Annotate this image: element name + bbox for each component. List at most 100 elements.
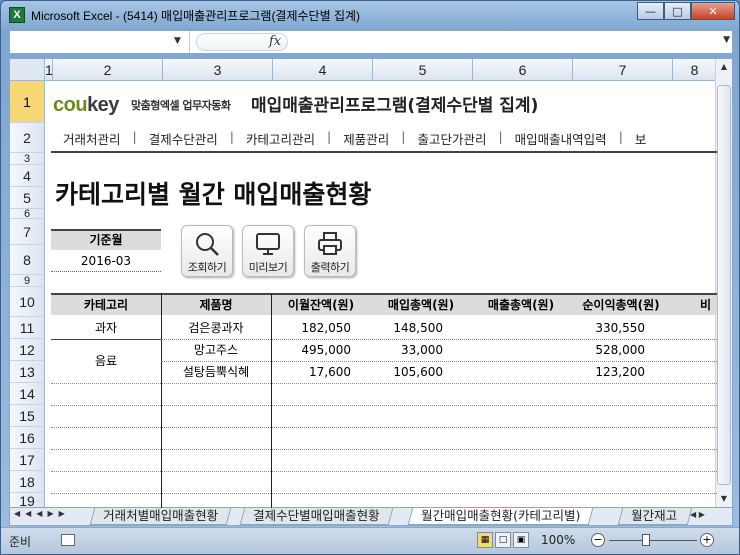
table-cell-product[interactable]: 설탕듬뿍식혜	[161, 361, 271, 383]
table-cell-sales[interactable]	[471, 339, 551, 361]
column-header[interactable]: 5	[373, 59, 473, 81]
row-header[interactable]: 17	[10, 449, 45, 471]
table-cell-carryover[interactable]: 495,000	[271, 339, 351, 361]
row-header[interactable]: 2	[10, 123, 45, 153]
page-layout-icon[interactable]: □	[495, 532, 511, 548]
close-button[interactable]: ✕	[691, 2, 735, 20]
row-header[interactable]: 4	[10, 165, 45, 187]
tab-monthly-inventory[interactable]: 월간재고	[617, 508, 693, 525]
printer-icon	[318, 232, 342, 255]
program-title: 매입매출관리프로그램(결제수단별 집계)	[251, 96, 539, 116]
header-profit: 순이익총액(원)	[571, 293, 671, 315]
base-month-label: 기준월	[51, 229, 161, 250]
zoom-in-icon[interactable]: +	[700, 533, 714, 547]
table-cell-carryover[interactable]: 182,050	[271, 317, 351, 339]
table-cell-carryover[interactable]: 17,600	[271, 361, 351, 383]
insert-function-button[interactable]: fx	[269, 34, 281, 49]
row-header[interactable]: 10	[10, 287, 45, 317]
name-box-dropdown-icon[interactable]: ▼	[174, 36, 181, 46]
zoom-slider[interactable]	[609, 540, 697, 541]
select-all-corner[interactable]	[10, 59, 45, 81]
menu-item-category[interactable]: 카테고리관리	[234, 125, 327, 151]
maximize-button[interactable]: □	[664, 2, 691, 20]
status-bar: 준비 ▦ □ ▣ 100% − +	[1, 527, 739, 554]
menu-item-product[interactable]: 제품관리	[331, 125, 401, 151]
table-cell-category[interactable]: 음료	[51, 350, 161, 372]
tab-navigation-icon[interactable]: ◀◀◀▶▶	[14, 509, 70, 518]
vertical-scrollbar[interactable]: ▲ ▼	[715, 59, 732, 507]
table-cell-category[interactable]: 과자	[51, 317, 161, 339]
row-header[interactable]: 6	[10, 208, 45, 220]
status-ready: 준비	[9, 535, 32, 549]
header-sales: 매출총액(원)	[471, 293, 571, 315]
scroll-up-icon[interactable]: ▲	[716, 59, 732, 75]
row-divider	[51, 471, 717, 472]
search-button[interactable]: 조회하기	[181, 225, 233, 277]
page-break-view-icon[interactable]: ▣	[513, 532, 529, 548]
column-header[interactable]: 2	[53, 59, 163, 81]
table-cell-profit[interactable]: 123,200	[571, 361, 645, 383]
header-product: 제품명	[161, 293, 271, 315]
menu-item-payment[interactable]: 결제수단관리	[137, 125, 230, 151]
zoom-level[interactable]: 100%	[541, 533, 575, 547]
row-header[interactable]: 12	[10, 339, 45, 361]
column-header[interactable]: 7	[573, 59, 673, 81]
row-header[interactable]: 18	[10, 471, 45, 493]
row-header[interactable]: 7	[10, 219, 45, 245]
column-header[interactable]: 8	[673, 59, 717, 81]
print-button[interactable]: 출력하기	[304, 225, 356, 277]
horizontal-scroll-icon[interactable]: ◀ ▶	[690, 510, 730, 523]
print-button-label: 출력하기	[310, 261, 350, 274]
row-header[interactable]: 11	[10, 317, 45, 339]
column-header[interactable]: 3	[163, 59, 273, 81]
tab-customer-summary[interactable]: 거래처별매입매출현황	[89, 508, 232, 525]
magnifier-icon	[196, 233, 219, 256]
column-header[interactable]: 1	[45, 59, 53, 81]
zoom-out-icon[interactable]: −	[591, 533, 605, 547]
normal-view-icon[interactable]: ▦	[477, 532, 493, 548]
minimize-button[interactable]: —	[637, 2, 664, 20]
menu-item-transaction-entry[interactable]: 매입매출내역입력	[503, 125, 619, 151]
table-cell-purchase[interactable]: 105,600	[371, 361, 443, 383]
table-cell-purchase[interactable]: 148,500	[371, 317, 443, 339]
table-cell-product[interactable]: 망고주스	[161, 339, 271, 361]
column-header[interactable]: 6	[473, 59, 573, 81]
menu-item-unit-price[interactable]: 출고단가관리	[405, 125, 498, 151]
table-cell-product[interactable]: 검은콩과자	[161, 317, 271, 339]
formula-buttons: fx	[196, 33, 288, 51]
logo-subtitle: 맞춤형엑셀 업무자동화	[131, 99, 231, 112]
row-header[interactable]: 14	[10, 383, 45, 405]
row-header[interactable]: 13	[10, 361, 45, 383]
preview-button-label: 미리보기	[248, 261, 288, 274]
zoom-slider-thumb[interactable]	[642, 534, 650, 546]
row-header[interactable]: 5	[10, 187, 45, 209]
base-month-input[interactable]: 2016-03	[51, 250, 161, 272]
name-box[interactable]	[10, 31, 190, 53]
preview-button[interactable]: 미리보기	[242, 225, 294, 277]
table-cell-profit[interactable]: 528,000	[571, 339, 645, 361]
excel-app-icon[interactable]: X	[9, 7, 25, 23]
row-header[interactable]: 19	[10, 493, 45, 507]
table-cell-profit[interactable]: 330,550	[571, 317, 645, 339]
expand-formula-bar-icon[interactable]: ▼	[723, 35, 730, 45]
column-header[interactable]: 4	[273, 59, 373, 81]
scroll-down-icon[interactable]: ▼	[716, 491, 732, 507]
header-overflow: 비	[671, 293, 717, 315]
menu-item-overflow[interactable]: 보	[623, 125, 659, 151]
tab-category-monthly[interactable]: 월간매입매출현황(카테고리별)	[407, 508, 594, 525]
tab-payment-summary[interactable]: 결제수단별매입매출현황	[239, 508, 393, 525]
search-button-label: 조회하기	[187, 261, 227, 274]
table-cell-purchase[interactable]: 33,000	[371, 339, 443, 361]
row-header[interactable]: 8	[10, 245, 45, 275]
coukey-logo: coukey	[53, 94, 119, 116]
table-cell-sales[interactable]	[471, 361, 551, 383]
scroll-thumb[interactable]	[717, 85, 731, 485]
row-header[interactable]: 15	[10, 405, 45, 427]
menu-item-customer[interactable]: 거래처관리	[51, 125, 133, 151]
table-cell-sales[interactable]	[471, 317, 551, 339]
row-header[interactable]: 16	[10, 427, 45, 449]
row-header[interactable]: 1	[10, 81, 45, 123]
row-header[interactable]: 9	[10, 275, 45, 287]
row-header[interactable]: 3	[10, 153, 45, 165]
macro-record-icon[interactable]	[61, 534, 75, 546]
